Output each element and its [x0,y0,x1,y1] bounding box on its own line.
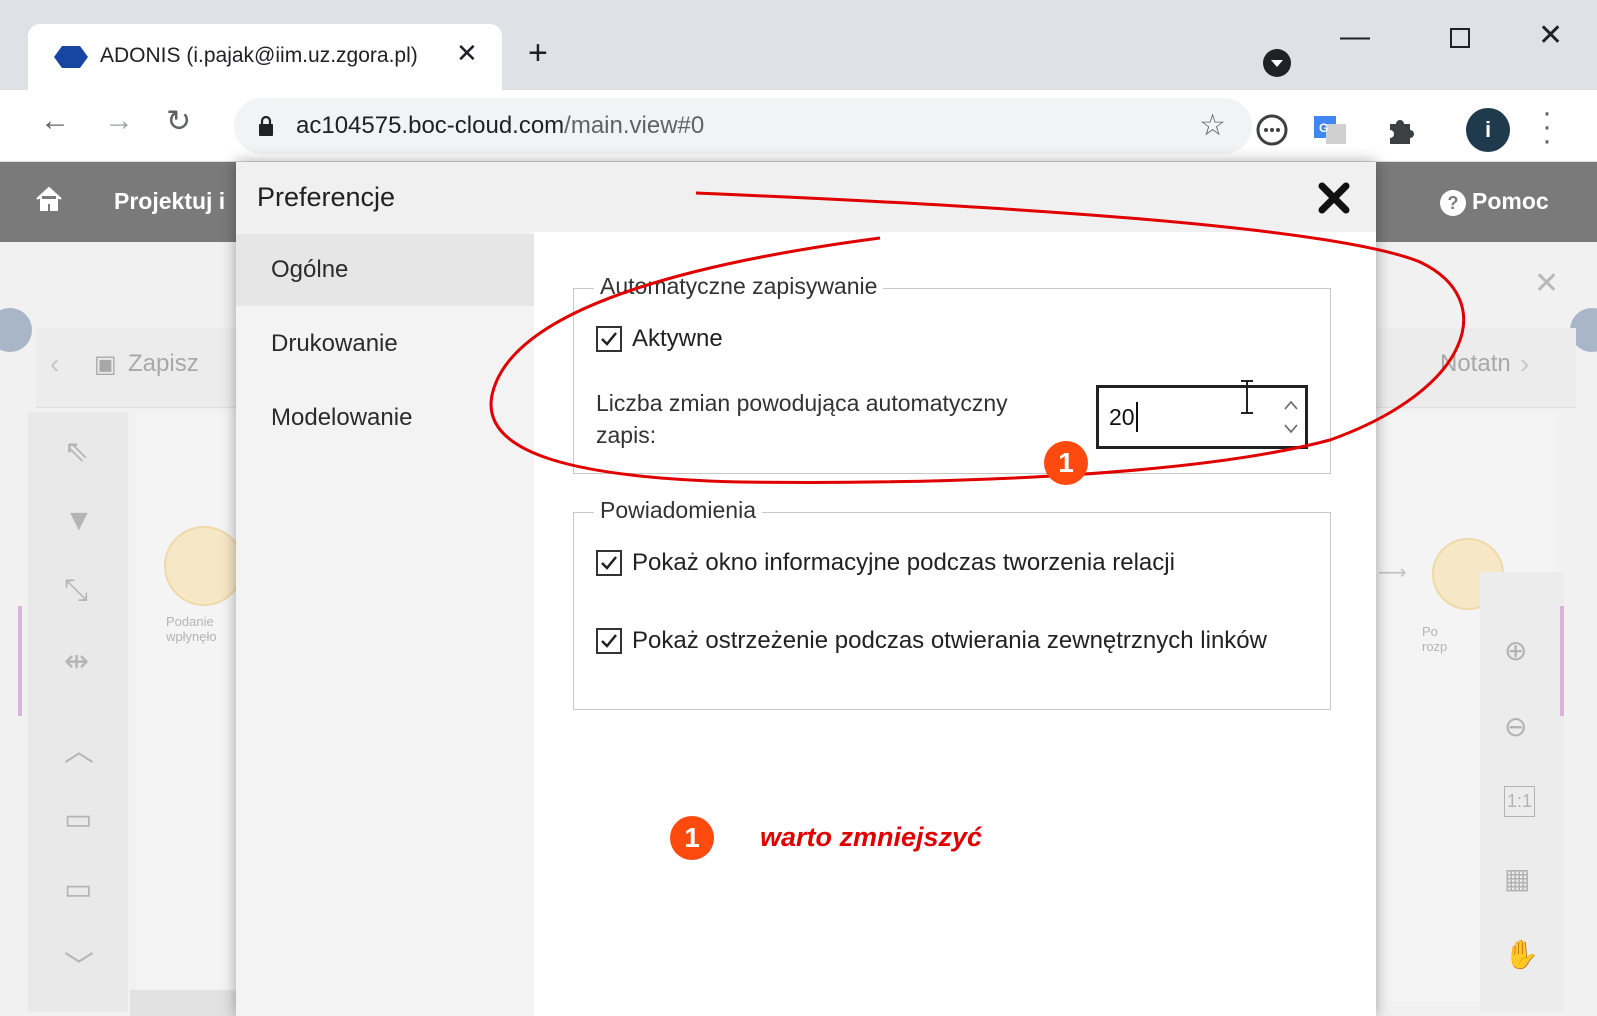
relation-info-checkbox[interactable] [596,550,622,576]
modeling-palette: ⇖ ▼ ⤡ ⇹ ︿ ▭ ▭ ﹀ [28,412,128,1012]
maximize-icon[interactable] [1450,28,1470,48]
autosave-legend: Automatyczne zapisywanie [594,273,884,300]
browser-tab[interactable]: ADONIS (i.pajak@iim.uz.zgora.pl) ✕ [28,24,502,90]
spinner-down-icon[interactable] [1281,418,1301,438]
pool-shape-icon[interactable]: ▭ [64,802,92,837]
save-icon: ▣ [94,351,117,378]
filter-tool-icon[interactable]: ▼ [64,504,94,538]
lane-border-left [18,606,22,716]
text-caret [1136,402,1138,432]
nav-item-modelowanie[interactable]: Modelowanie [236,382,534,454]
autosave-active-label: Aktywne [632,325,723,352]
autosave-changes-label: Liczba zmian powodująca automatyczny zap… [596,390,1008,448]
notifications-legend: Powiadomienia [594,497,762,524]
address-bar[interactable]: ac104575.boc-cloud.com/main.view#0 ☆ [234,98,1252,154]
horizontal-scrollbar[interactable] [130,990,240,1016]
url-path: /main.view#0 [564,112,705,139]
help-icon: ? [1440,190,1466,216]
browser-toolbar: ← → ↻ ac104575.boc-cloud.com/main.view#0… [0,90,1597,162]
pointer-tool-icon[interactable]: ⇖ [64,434,89,469]
zoom-out-icon[interactable]: ⊖ [1504,710,1527,743]
url-host: ac104575.boc-cloud.com [296,112,565,139]
translate-extension-icon[interactable]: G [1312,112,1348,148]
reload-icon[interactable]: ↻ [166,104,191,139]
lock-icon [259,116,273,136]
help-label: Pomoc [1472,188,1549,214]
adonis-favicon-icon [54,46,88,68]
lane-shape-icon[interactable]: ▭ [64,872,92,907]
autosave-active-checkbox[interactable] [596,326,622,352]
annotation-badge-legend: 1 [670,816,714,860]
annotation-note: warto zmniejszyć [760,822,983,852]
start-event-node[interactable] [164,526,244,606]
help-menu[interactable]: ? Pomoc [1440,188,1549,216]
palette-up-icon[interactable]: ︿ [64,726,94,770]
bookmark-star-icon[interactable]: ☆ [1199,108,1226,143]
forward-arrow-icon[interactable]: → [104,104,134,138]
spinner-up-icon[interactable] [1281,396,1301,416]
preferences-dialog: Preferencje Ogólne Drukowanie Modelowani… [236,162,1376,1016]
model-close-icon[interactable]: ✕ [1534,266,1559,301]
url-text[interactable]: ac104575.boc-cloud.com/main.view#0 [296,112,704,140]
extensions-puzzle-icon[interactable] [1382,112,1418,148]
nav-item-drukowanie[interactable]: Drukowanie [236,308,534,380]
relation-info-label: Pokaż okno informacyjne podczas tworzeni… [632,549,1175,576]
notifications-group: Powiadomienia Pokaż okno informacyjne po… [573,497,1331,710]
start-event-label: Podanie wpłynęło [166,614,217,644]
left-panel-toggle-icon[interactable] [0,308,32,352]
next-event-label: Po rozp [1422,624,1448,654]
preferences-nav: Ogólne Drukowanie Modelowanie [236,232,534,1016]
pan-hand-icon[interactable]: ✋ [1504,938,1539,971]
annotation-badge-1: 1 [1044,441,1088,485]
autosave-group: Automatyczne zapisywanie Aktywne Liczba … [573,273,1331,474]
palette-down-icon[interactable]: ﹀ [64,942,94,986]
profile-menu-icon[interactable] [1262,48,1292,78]
window-close-icon[interactable]: ✕ [1538,18,1563,53]
autosave-changes-spinner[interactable]: 20 [1096,385,1308,449]
menu-projektuj[interactable]: Projektuj i [114,188,225,215]
external-links-label: Pokaż ostrzeżenie podczas otwierania zew… [632,627,1267,654]
autosave-changes-value[interactable]: 20 [1109,404,1259,431]
browser-tabbar: ADONIS (i.pajak@iim.uz.zgora.pl) ✕ + — ✕ [0,0,1597,90]
zoom-in-icon[interactable]: ⊕ [1504,634,1527,667]
lane-border-right [1560,606,1564,716]
back-arrow-icon[interactable]: ← [40,104,70,138]
notification-row[interactable]: Pokaż okno informacyjne podczas tworzeni… [596,549,1175,577]
notification-row[interactable]: Pokaż ostrzeżenie podczas otwierania zew… [596,627,1267,655]
extension-chat-icon[interactable] [1254,112,1290,148]
connector-arrow-icon: ⟶ [1378,562,1407,584]
nav-item-ogolne[interactable]: Ogólne [236,234,534,306]
new-tab-button[interactable]: + [528,36,548,70]
toolbar-next-icon[interactable]: › [1520,348,1529,380]
profile-avatar[interactable]: i [1466,108,1510,152]
external-links-checkbox[interactable] [596,628,622,654]
save-button[interactable]: Zapisz [128,350,199,378]
dialog-title: Preferencje [257,182,396,212]
zoom-panel: ⊕ ⊖ 1:1 ▦ ✋ [1480,572,1564,1012]
fit-page-icon[interactable]: ▦ [1504,862,1530,895]
minimize-icon[interactable]: — [1340,20,1370,54]
home-icon[interactable] [34,184,64,214]
tab-title: ADONIS (i.pajak@iim.uz.zgora.pl) [100,44,418,67]
browser-menu-icon[interactable]: · · · [1542,98,1552,156]
autosave-active-row[interactable]: Aktywne [596,325,723,353]
dialog-close-icon[interactable] [1316,180,1352,216]
connect-tool-icon[interactable]: ⤡ [64,574,88,608]
text-cursor-icon [1241,380,1253,414]
toolbar-prev-icon[interactable]: ‹ [50,348,59,380]
zoom-actual-size-icon[interactable]: 1:1 [1504,786,1536,817]
dialog-header: Preferencje [236,162,1376,232]
distribute-tool-icon[interactable]: ⇹ [64,644,89,679]
notes-button[interactable]: Notatn [1440,350,1511,378]
svg-text:G: G [1319,121,1328,135]
tab-close-icon[interactable]: ✕ [456,38,478,69]
